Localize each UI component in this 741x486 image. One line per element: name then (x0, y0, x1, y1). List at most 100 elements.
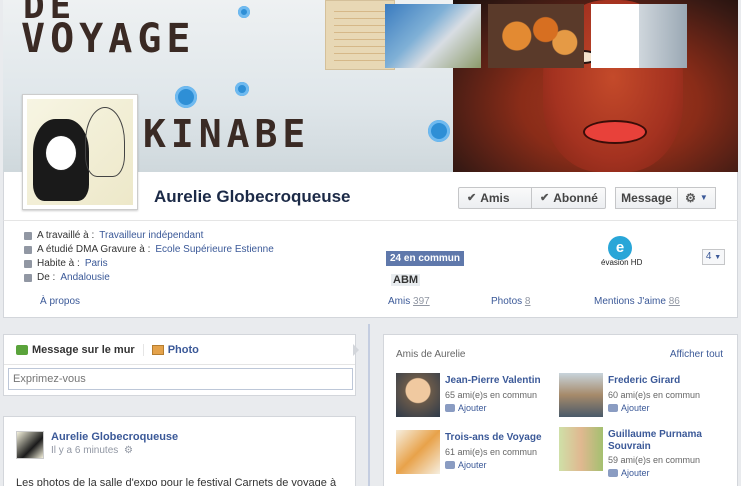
add-friend-label: Ajouter (621, 468, 650, 478)
tile-count: 86 (668, 296, 680, 307)
likes-tile-brand: évasion HD (601, 258, 643, 267)
info-work: A travaillé à : Travailleur indépendant (24, 229, 274, 243)
profile-info-list: A travaillé à : Travailleur indépendant … (24, 229, 274, 285)
info-education-link[interactable]: Ecole Supérieure Estienne (155, 243, 273, 257)
gear-icon: ⚙ (124, 445, 134, 456)
friend-mutual-count[interactable]: 59 ami(e)s en commun (608, 455, 700, 465)
friend-avatar[interactable] (396, 430, 440, 474)
info-label: A étudié DMA Gravure à : (37, 244, 151, 255)
graduation-cap-icon (24, 246, 32, 254)
tile-label-text: Mentions J'aime (594, 296, 666, 307)
friends-panel-title: Amis de Aurelie (396, 349, 466, 360)
cover-flower-art (238, 6, 250, 18)
friend-name[interactable]: Guillaume Purnama Souvrain (608, 429, 718, 453)
add-friend-icon (445, 461, 455, 469)
cover-flower-art (235, 82, 249, 96)
composer-pointer (353, 344, 359, 356)
add-friend-label: Ajouter (621, 403, 650, 413)
friends-tile[interactable] (385, 4, 481, 68)
cover-lips-art (583, 120, 647, 144)
photos-tile[interactable] (488, 4, 584, 68)
photo-icon (151, 344, 164, 355)
friend-mutual-count[interactable]: 65 ami(e)s en commun (445, 390, 537, 400)
post-timestamp[interactable]: Il y a 6 minutes ⚙ (51, 445, 133, 456)
message-button[interactable]: Message (615, 187, 678, 209)
tiles-more-count: 4 (705, 251, 712, 262)
friend-avatar[interactable] (559, 373, 603, 417)
friends-tile-overlay-text: ABM (391, 274, 421, 286)
add-friend-button[interactable]: Ajouter (608, 468, 650, 478)
gear-icon: ⚙ (685, 191, 696, 205)
about-link[interactable]: À propos (40, 296, 80, 307)
composer-tabs: Message sur le mur Photo (4, 335, 355, 365)
info-label: A travaillé à : (37, 230, 95, 241)
post-author-avatar[interactable] (16, 431, 44, 459)
info-city: Habite à : Paris (24, 257, 274, 271)
avatar-face-art (45, 135, 77, 171)
check-icon: ✔ (540, 192, 550, 204)
add-friend-icon (608, 469, 618, 477)
friends-button[interactable]: ✔ Amis (458, 187, 532, 209)
avatar-illustration (27, 99, 133, 205)
info-work-link[interactable]: Travailleur indépendant (99, 229, 203, 243)
cover-title-line: KINABE (143, 112, 311, 156)
add-friend-label: Ajouter (458, 403, 487, 413)
friends-tile-label[interactable]: Amis 397 (388, 296, 430, 307)
friend-mutual-count[interactable]: 61 ami(e)s en commun (445, 447, 537, 457)
friends-panel: Amis de Aurelie Afficher tout Jean-Pierr… (383, 334, 738, 486)
friend-mutual-count[interactable]: 60 ami(e)s en commun (608, 390, 700, 400)
cover-flower-art (175, 86, 197, 108)
tab-photo[interactable]: Photo (142, 343, 207, 356)
profile-picture[interactable] (22, 94, 138, 210)
status-composer: Message sur le mur Photo (3, 334, 359, 396)
home-icon (24, 260, 32, 268)
settings-dropdown-button[interactable]: ⚙ ▼ (677, 187, 716, 209)
post-author-name[interactable]: Aurelie Globecroqueuse (51, 431, 178, 443)
following-button[interactable]: ✔ Abonné (531, 187, 606, 209)
friend-name[interactable]: Frederic Girard (608, 375, 718, 387)
add-friend-label: Ajouter (458, 460, 487, 470)
tab-photo-label: Photo (167, 343, 199, 356)
info-label: Habite à : (37, 258, 80, 269)
tiles-more-dropdown[interactable]: 4 ▼ (702, 249, 725, 265)
friend-name[interactable]: Jean-Pierre Valentin (445, 375, 555, 387)
info-city-link[interactable]: Paris (85, 257, 108, 271)
profile-name[interactable]: Aurelie Globecroqueuse (154, 187, 351, 207)
tile-count: 397 (413, 296, 430, 307)
timeline-post: Aurelie Globecroqueuse Il y a 6 minutes … (3, 416, 356, 486)
info-label: De : (37, 272, 56, 283)
following-button-label: Abonné (553, 191, 598, 205)
tile-label-text: Amis (388, 296, 411, 307)
cover-title-line: VOYAGE (21, 16, 196, 62)
tab-status[interactable]: Message sur le mur (16, 344, 143, 356)
friend-avatar[interactable] (396, 373, 440, 417)
add-friend-button[interactable]: Ajouter (445, 460, 487, 470)
add-friend-icon (608, 404, 618, 412)
add-friend-button[interactable]: Ajouter (608, 403, 650, 413)
friends-button-label: Amis (480, 191, 510, 205)
likes-tile-label[interactable]: Mentions J'aime 86 (594, 296, 680, 307)
briefcase-icon (24, 232, 32, 240)
photos-tile-label[interactable]: Photos 8 (491, 296, 530, 307)
post-time-text: Il y a 6 minutes (51, 445, 119, 456)
tile-label-text: Photos (491, 296, 523, 307)
likes-tile[interactable] (591, 4, 687, 68)
status-input[interactable] (8, 368, 353, 390)
post-text: Les photos de la salle d'expo pour le fe… (16, 477, 337, 486)
add-friend-button[interactable]: Ajouter (445, 403, 487, 413)
tile-count: 8 (524, 296, 531, 307)
speech-bubble-icon (16, 344, 28, 355)
evasion-logo-icon: e (608, 236, 632, 260)
chevron-down-icon: ▼ (714, 254, 722, 261)
location-pin-icon (24, 274, 32, 282)
mutual-friends-badge: 24 en commun (385, 250, 466, 267)
info-hometown-link[interactable]: Andalousie (60, 271, 109, 285)
add-friend-icon (445, 404, 455, 412)
check-icon: ✔ (467, 192, 477, 204)
friend-avatar[interactable] (559, 427, 603, 471)
see-all-friends-link[interactable]: Afficher tout (670, 349, 723, 360)
info-education: A étudié DMA Gravure à : Ecole Supérieur… (24, 243, 274, 257)
friend-name[interactable]: Trois-ans de Voyage (445, 432, 555, 444)
message-button-label: Message (621, 191, 672, 205)
chevron-down-icon: ▼ (699, 193, 708, 202)
